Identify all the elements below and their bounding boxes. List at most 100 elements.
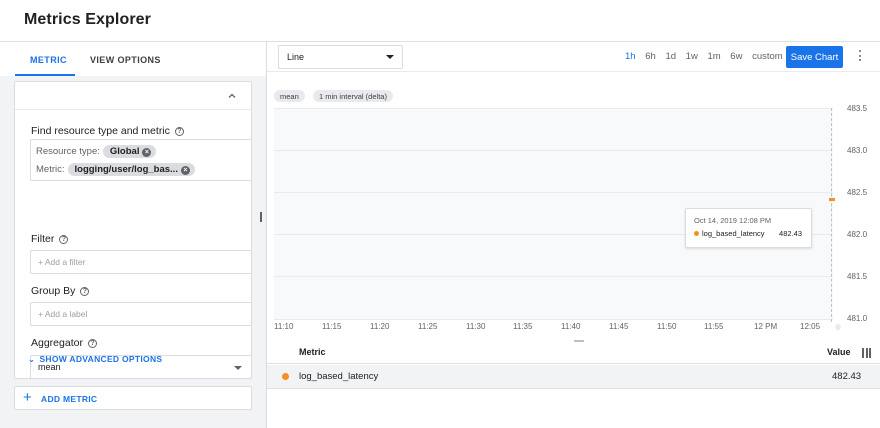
- resource-type-chip[interactable]: Global ×: [102, 145, 157, 158]
- chart-panel: Line 1h 6h 1d 1w 1m 6w custom Save Chart…: [267, 42, 880, 428]
- x-tick-label: 12:05: [800, 322, 821, 331]
- aggregator-label: Aggregator: [31, 337, 83, 349]
- metric-value: logging/user/log_bas...: [74, 164, 178, 175]
- x-tick-label: 11:15: [322, 322, 342, 331]
- help-icon[interactable]: ?: [87, 339, 97, 348]
- tooltip-series-value: 482.43: [779, 229, 802, 238]
- filter-label: Filter: [31, 233, 55, 245]
- tooltip-time: Oct 14, 2019 12:08 PM: [694, 216, 772, 225]
- x-tick-label: 11:30: [466, 322, 486, 331]
- tooltip-series-name: log_based_latency: [702, 229, 765, 238]
- range-1h[interactable]: 1h: [625, 51, 636, 62]
- remove-resource-type-icon[interactable]: ×: [142, 148, 152, 157]
- x-tick-label: 12 PM: [754, 322, 778, 331]
- range-1d[interactable]: 1d: [665, 51, 676, 62]
- metric-config-panel: METRIC VIEW OPTIONS Find resource type a…: [0, 42, 266, 428]
- add-metric-label: ADD METRIC: [41, 394, 98, 404]
- legend-table-header: Metric Value: [267, 342, 880, 364]
- caret-down-icon: [234, 366, 242, 370]
- plus-icon: +: [23, 389, 32, 406]
- x-tick-label: 11:55: [704, 322, 724, 331]
- x-tick-label: 11:45: [609, 322, 629, 331]
- save-chart-button[interactable]: Save Chart: [786, 46, 843, 68]
- metric-card-header[interactable]: [15, 82, 251, 110]
- show-advanced-options-link[interactable]: ⌄ SHOW ADVANCED OPTIONS: [28, 354, 162, 365]
- series-color-dot: [282, 373, 289, 380]
- chart-scroll-indicator: [835, 324, 841, 330]
- tab-metric[interactable]: METRIC: [30, 55, 67, 65]
- help-icon[interactable]: ?: [80, 287, 90, 296]
- resource-metric-selector[interactable]: Resource type: Global × Metric: logging/use…: [30, 139, 252, 181]
- y-tick-label: 481.0: [847, 314, 868, 323]
- time-range-selector: 1h 6h 1d 1w 1m 6w custom: [625, 51, 790, 62]
- help-icon[interactable]: ?: [174, 127, 184, 136]
- filter-input[interactable]: [38, 257, 238, 267]
- y-tick-label: 482.0: [847, 230, 868, 239]
- range-1m[interactable]: 1m: [707, 51, 720, 62]
- more-vert-icon[interactable]: [857, 50, 863, 64]
- config-tabs: METRIC VIEW OPTIONS: [0, 42, 266, 76]
- range-custom[interactable]: custom: [752, 51, 783, 62]
- add-metric-button[interactable]: + ADD METRIC: [14, 386, 252, 410]
- chevron-up-icon[interactable]: [227, 91, 237, 101]
- range-6h[interactable]: 6h: [645, 51, 656, 62]
- page-title: Metrics Explorer: [24, 11, 151, 28]
- filter-field[interactable]: [30, 250, 252, 274]
- y-tick-label: 483.5: [847, 104, 868, 113]
- table-row[interactable]: log_based_latency 482.43: [267, 365, 880, 389]
- find-resource-section: Find resource type and metric?: [31, 125, 184, 137]
- chart-toolbar: Line 1h 6h 1d 1w 1m 6w custom Save Chart: [267, 42, 880, 72]
- tooltip-series-dot: [694, 231, 699, 236]
- caret-down-icon: [386, 55, 394, 59]
- row-metric-value: 482.43: [832, 371, 862, 382]
- gridline: [274, 276, 833, 277]
- chart-tooltip: Oct 14, 2019 12:08 PM log_based_latency …: [685, 208, 812, 248]
- x-tick-label: 11:25: [418, 322, 438, 331]
- remove-metric-icon[interactable]: ×: [180, 166, 190, 175]
- group-by-section: Group By?: [31, 285, 90, 297]
- x-tick-label: 11:10: [274, 322, 294, 331]
- group-by-label: Group By: [31, 285, 76, 297]
- value-column-header[interactable]: Value: [827, 347, 851, 357]
- metric-label: Metric:: [36, 164, 65, 175]
- x-tick-label: 11:20: [370, 322, 390, 331]
- find-resource-label: Find resource type and metric: [31, 125, 170, 137]
- range-6w[interactable]: 6w: [730, 51, 742, 62]
- aligner-pill: mean: [274, 90, 305, 102]
- interval-pill: 1 min interval (delta): [313, 90, 393, 102]
- gridline: [274, 319, 833, 320]
- chart-type-value: Line: [287, 52, 305, 62]
- group-by-input[interactable]: [38, 309, 238, 319]
- x-tick-label: 11:50: [657, 322, 677, 331]
- metric-chip[interactable]: logging/user/log_bas... ×: [67, 163, 195, 176]
- gridline: [274, 108, 833, 109]
- tab-view-options[interactable]: VIEW OPTIONS: [90, 55, 161, 65]
- gridline: [274, 150, 833, 151]
- hover-cursor-line: [831, 108, 832, 322]
- y-tick-label: 481.5: [847, 272, 868, 281]
- aggregator-section: Aggregator?: [31, 337, 97, 349]
- show-advanced-label: SHOW ADVANCED OPTIONS: [39, 354, 163, 364]
- row-metric-name: log_based_latency: [299, 371, 379, 382]
- x-tick-label: 11:40: [561, 322, 581, 331]
- help-icon[interactable]: ?: [59, 235, 69, 244]
- chart-type-select[interactable]: Line: [278, 45, 403, 69]
- active-tab-indicator: [15, 74, 75, 76]
- panel-resize-handle[interactable]: [260, 212, 262, 222]
- chevron-down-icon: ⌄: [28, 354, 36, 364]
- gridline: [274, 192, 833, 193]
- filter-section: Filter?: [31, 233, 69, 245]
- app-header: Metrics Explorer: [0, 0, 880, 42]
- range-1w[interactable]: 1w: [686, 51, 698, 62]
- y-tick-label: 482.5: [847, 188, 868, 197]
- group-by-field[interactable]: [30, 302, 252, 326]
- resource-type-value: Global: [109, 146, 140, 157]
- x-tick-label: 11:35: [513, 322, 533, 331]
- y-tick-label: 483.0: [847, 146, 868, 155]
- metric-card: Find resource type and metric? Resource …: [14, 81, 252, 379]
- metric-row: Metric: logging/user/log_bas... ×: [36, 163, 195, 176]
- series-point-log-based-latency[interactable]: [829, 197, 835, 201]
- metric-column-header[interactable]: Metric: [299, 347, 326, 357]
- resource-type-label: Resource type:: [36, 146, 100, 157]
- columns-icon[interactable]: [862, 347, 874, 358]
